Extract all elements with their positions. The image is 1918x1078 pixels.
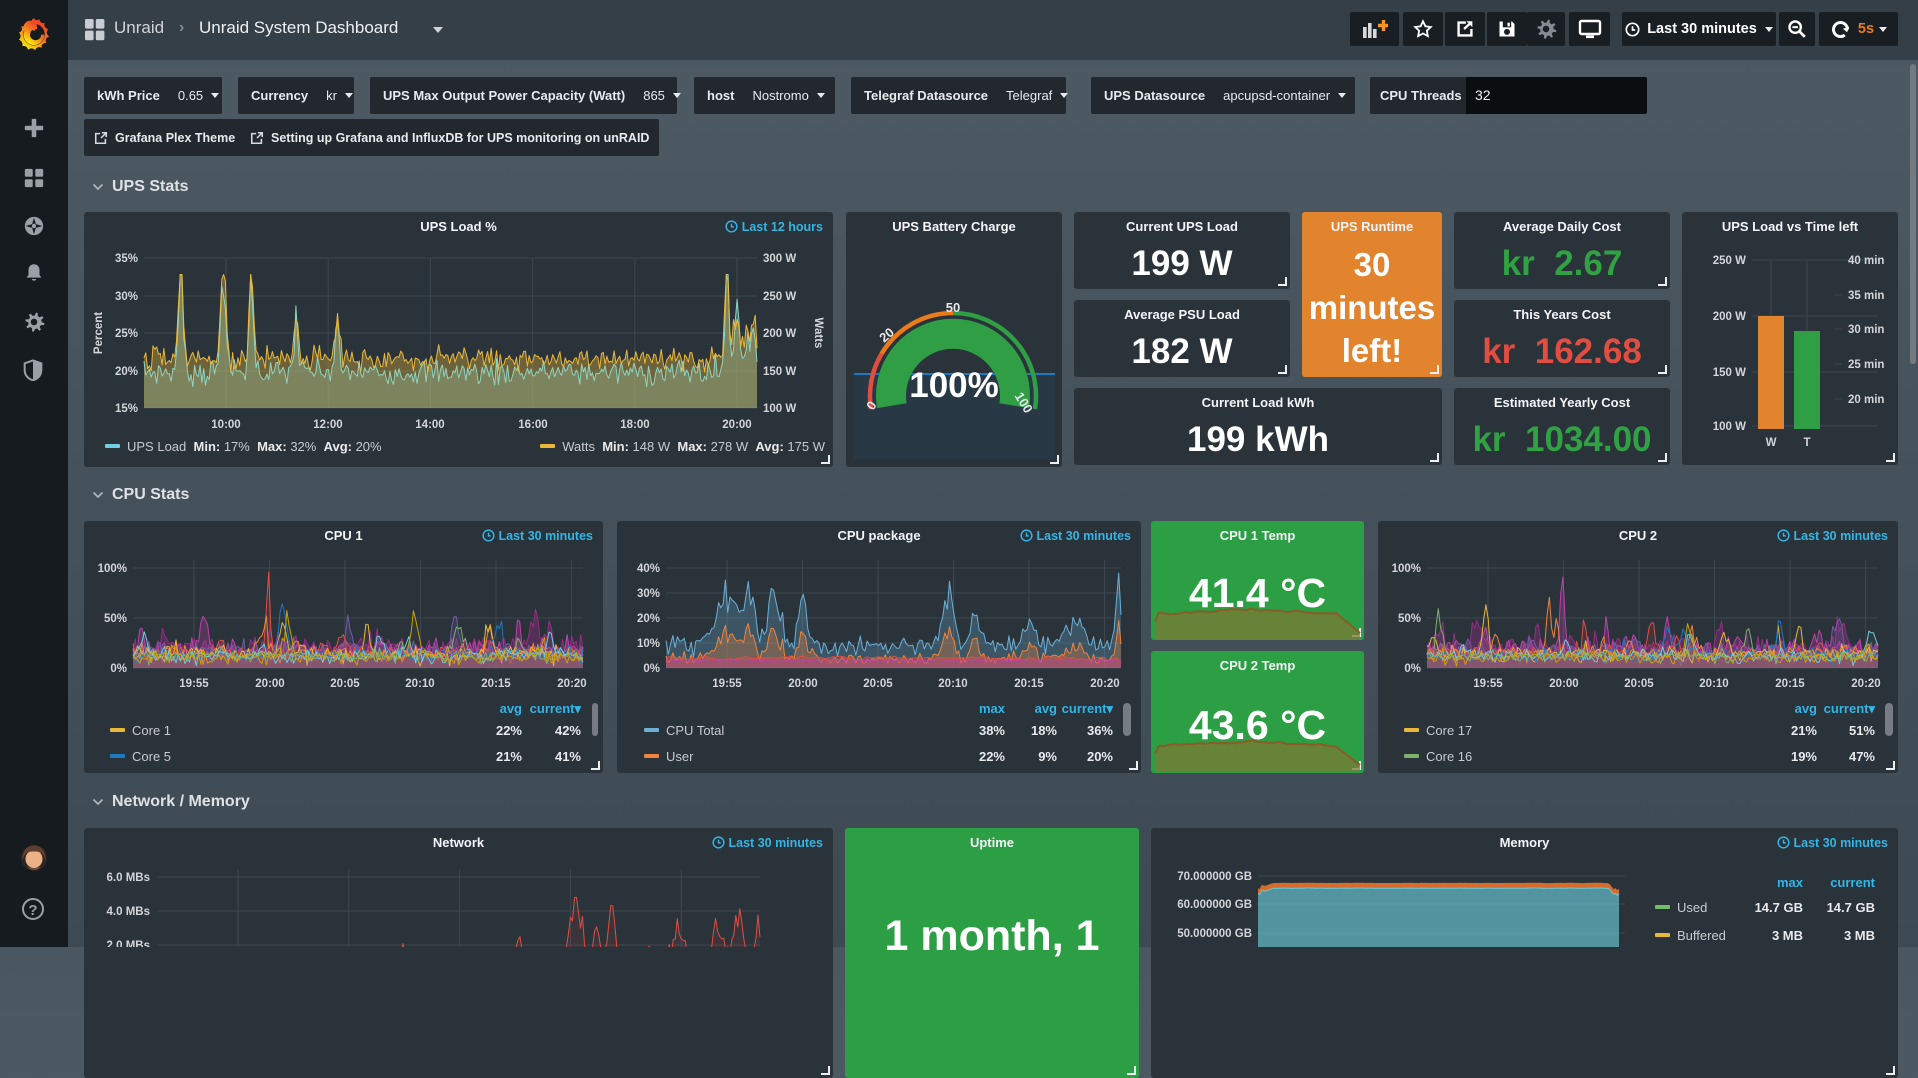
svg-text:Watts: Watts xyxy=(812,318,824,349)
svg-text:20:05: 20:05 xyxy=(863,678,893,690)
svg-text:40 min: 40 min xyxy=(1848,255,1884,267)
svg-text:19:55: 19:55 xyxy=(179,678,209,690)
svg-text:50%: 50% xyxy=(104,613,127,625)
svg-text:10:00: 10:00 xyxy=(211,419,240,431)
svg-text:16:00: 16:00 xyxy=(518,419,547,431)
svg-text:20:15: 20:15 xyxy=(1775,678,1805,690)
svg-text:60.000000 GB: 60.000000 GB xyxy=(1177,899,1252,911)
svg-text:20%: 20% xyxy=(115,366,138,378)
svg-text:150 W: 150 W xyxy=(763,366,796,378)
svg-text:30 min: 30 min xyxy=(1848,324,1884,336)
svg-text:100 W: 100 W xyxy=(763,403,796,415)
svg-text:20:00: 20:00 xyxy=(255,678,284,690)
svg-text:40%: 40% xyxy=(637,563,660,575)
svg-text:100 W: 100 W xyxy=(1713,421,1746,433)
svg-text:20:15: 20:15 xyxy=(481,678,511,690)
svg-text:6.0 MBs: 6.0 MBs xyxy=(107,872,150,884)
svg-text:0%: 0% xyxy=(110,663,127,675)
svg-text:20 min: 20 min xyxy=(1848,394,1884,406)
svg-text:20:10: 20:10 xyxy=(1699,678,1728,690)
svg-text:250 W: 250 W xyxy=(1713,255,1746,267)
svg-text:20:10: 20:10 xyxy=(938,678,967,690)
svg-text:19:55: 19:55 xyxy=(712,678,742,690)
svg-text:30%: 30% xyxy=(637,588,660,600)
svg-text:20:10: 20:10 xyxy=(405,678,434,690)
svg-text:200 W: 200 W xyxy=(1713,311,1746,323)
svg-text:100%: 100% xyxy=(98,563,127,575)
svg-text:20:20: 20:20 xyxy=(1090,678,1119,690)
svg-text:20%: 20% xyxy=(637,613,660,625)
svg-text:20:05: 20:05 xyxy=(330,678,360,690)
svg-text:12:00: 12:00 xyxy=(313,419,342,431)
svg-text:150 W: 150 W xyxy=(1713,367,1746,379)
svg-text:W: W xyxy=(1766,437,1777,449)
svg-text:300 W: 300 W xyxy=(763,253,796,265)
svg-text:50: 50 xyxy=(946,300,960,315)
svg-text:30%: 30% xyxy=(115,291,138,303)
svg-text:200 W: 200 W xyxy=(763,328,796,340)
svg-text:20:05: 20:05 xyxy=(1624,678,1654,690)
svg-text:4.0 MBs: 4.0 MBs xyxy=(107,906,150,918)
svg-text:250 W: 250 W xyxy=(763,291,796,303)
svg-text:20:20: 20:20 xyxy=(557,678,586,690)
svg-text:20:00: 20:00 xyxy=(788,678,817,690)
svg-text:50.000000 GB: 50.000000 GB xyxy=(1177,928,1252,940)
svg-text:70.000000 GB: 70.000000 GB xyxy=(1177,871,1252,883)
svg-text:25%: 25% xyxy=(115,328,138,340)
svg-text:20:20: 20:20 xyxy=(1851,678,1880,690)
svg-text:20: 20 xyxy=(876,325,897,346)
svg-text:20:15: 20:15 xyxy=(1014,678,1044,690)
svg-text:2.0 MBs: 2.0 MBs xyxy=(107,940,150,947)
svg-text:19:55: 19:55 xyxy=(1473,678,1503,690)
svg-text:35 min: 35 min xyxy=(1848,290,1884,302)
svg-text:0%: 0% xyxy=(1404,663,1421,675)
svg-text:15%: 15% xyxy=(115,403,138,415)
svg-text:25 min: 25 min xyxy=(1848,359,1884,371)
svg-text:20:00: 20:00 xyxy=(722,419,751,431)
svg-text:14:00: 14:00 xyxy=(415,419,444,431)
svg-text:Percent: Percent xyxy=(93,312,105,354)
svg-text:100%: 100% xyxy=(1392,563,1421,575)
svg-text:T: T xyxy=(1803,437,1810,449)
svg-text:50%: 50% xyxy=(1398,613,1421,625)
svg-text:18:00: 18:00 xyxy=(620,419,649,431)
svg-text:0%: 0% xyxy=(643,663,660,675)
svg-text:10%: 10% xyxy=(637,638,660,650)
svg-text:20:00: 20:00 xyxy=(1549,678,1578,690)
svg-text:35%: 35% xyxy=(115,253,138,265)
